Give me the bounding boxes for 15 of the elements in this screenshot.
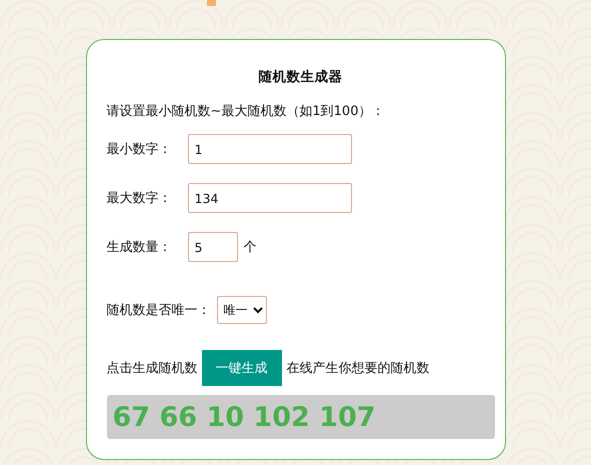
number-field[interactable]: 5 [188, 232, 238, 262]
number-field[interactable]: 134 [188, 183, 352, 213]
field-label: 最小数字： [106, 141, 172, 158]
field-label: 随机数是否唯一： [106, 302, 210, 319]
card-title: 随机数生成器 [258, 68, 344, 86]
field-label: 生成数量： [106, 239, 172, 256]
number-field[interactable]: 1 [188, 134, 352, 164]
generate-button[interactable]: 一键生成 [202, 350, 282, 386]
field-label: 最大数字： [106, 190, 172, 207]
result-numbers: 67 66 10 102 107 [112, 402, 376, 432]
unique-select[interactable]: 唯一 [216, 296, 266, 324]
generate-hint: 点击生成随机数 [106, 360, 198, 377]
unit-label: 个 [244, 239, 256, 256]
generate-hint: 在线产生你想要的随机数 [286, 360, 430, 377]
intro-text: 请设置最小随机数~最大随机数（如1到100）： [106, 103, 386, 120]
